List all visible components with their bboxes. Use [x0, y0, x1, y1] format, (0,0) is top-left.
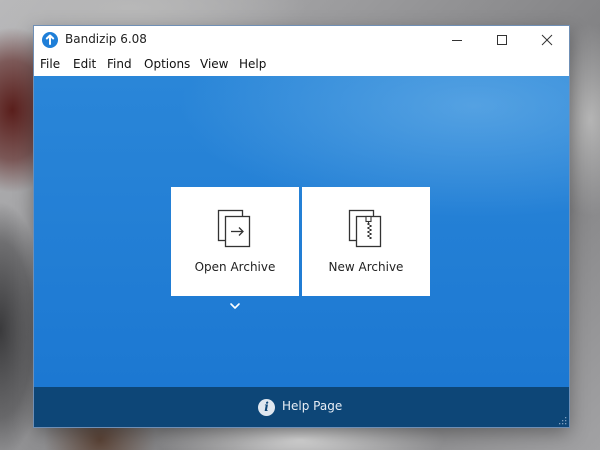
info-icon: i [258, 399, 275, 416]
window-title: Bandizip 6.08 [65, 32, 147, 46]
title-bar[interactable]: Bandizip 6.08 [34, 26, 569, 54]
minimize-icon [451, 40, 462, 41]
close-button[interactable] [524, 26, 569, 54]
resize-grip-icon[interactable] [557, 415, 567, 425]
new-archive-icon [348, 209, 382, 248]
menu-help[interactable]: Help [239, 57, 266, 71]
minimize-button[interactable] [434, 26, 479, 54]
bandizip-logo-icon [42, 32, 58, 48]
close-icon [541, 34, 552, 46]
menu-view[interactable]: View [200, 57, 228, 71]
open-archive-icon [217, 209, 251, 248]
help-page-label: Help Page [282, 399, 343, 413]
menu-file[interactable]: File [40, 57, 60, 71]
maximize-button[interactable] [479, 26, 524, 54]
menu-edit[interactable]: Edit [73, 57, 96, 71]
open-archive-button[interactable]: Open Archive [171, 187, 299, 296]
new-archive-label: New Archive [328, 260, 404, 274]
menu-options[interactable]: Options [144, 57, 190, 71]
menu-bar: File Edit Find Options View Help [34, 54, 569, 76]
chevron-down-icon[interactable] [228, 301, 242, 311]
menu-find[interactable]: Find [107, 57, 132, 71]
main-panel: Open Archive New Archive [34, 76, 569, 387]
new-archive-button[interactable]: New Archive [302, 187, 430, 296]
help-page-bar[interactable]: i Help Page [34, 387, 569, 427]
bandizip-window: Bandizip 6.08 File Edit Find Options Vie… [34, 26, 569, 427]
open-archive-label: Open Archive [194, 260, 276, 274]
maximize-icon [496, 35, 507, 45]
info-icon-glyph: i [264, 400, 269, 414]
